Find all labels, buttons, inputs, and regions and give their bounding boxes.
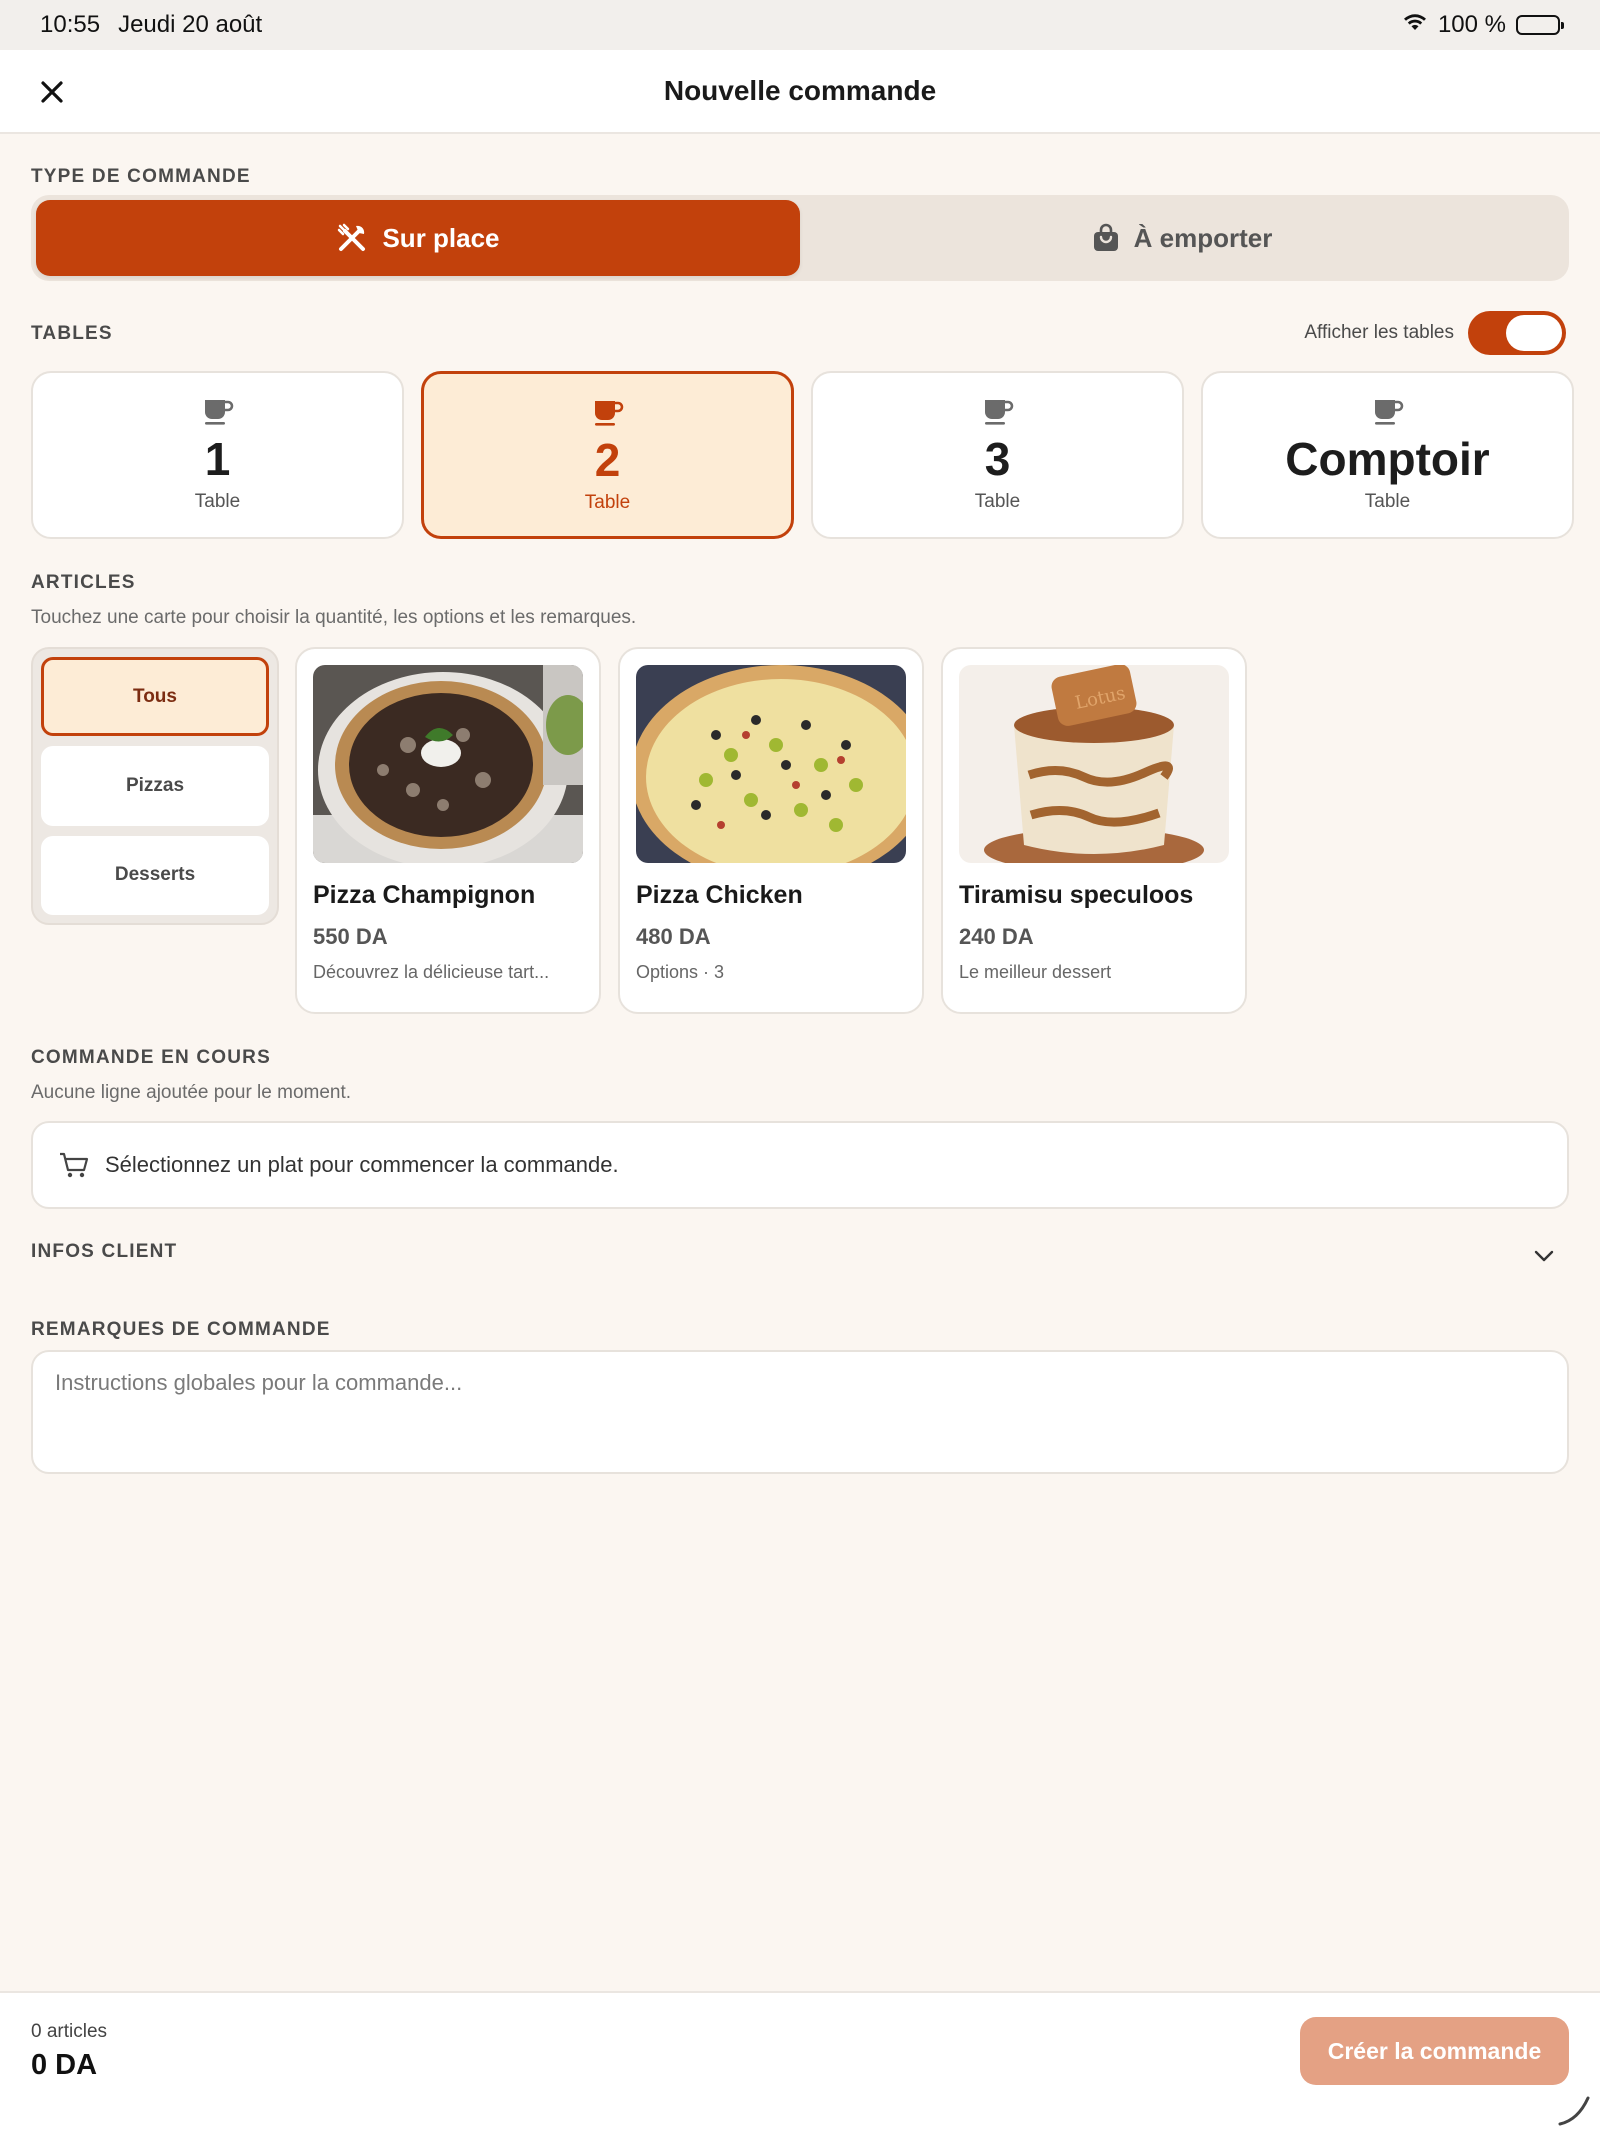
client-info-label[interactable]: INFOS CLIENT	[31, 1241, 177, 1263]
product-card-pizza-chicken[interactable]: Pizza Chicken 480 DA Options · 3	[618, 647, 924, 1014]
table-number: 1	[204, 433, 231, 485]
status-time: 10:55	[40, 11, 101, 38]
product-price: 240 DA	[959, 924, 1034, 949]
product-card-tiramisu-speculoos[interactable]: Lotus Tiramisu speculoos 240 DA Le meill…	[941, 647, 1247, 1014]
status-indicators: 100 %	[1402, 11, 1564, 39]
nav-bar: Nouvelle commande	[0, 50, 1600, 134]
show-tables-row: Afficher les tables	[1304, 311, 1566, 355]
table-card-comptoir[interactable]: Comptoir Table	[1201, 371, 1574, 539]
current-order-label: COMMANDE EN COURS	[31, 1047, 271, 1068]
current-order-hint: Aucune ligne ajoutée pour le moment.	[31, 1082, 352, 1103]
product-image	[313, 665, 583, 863]
table-card-1[interactable]: 1 Table	[31, 371, 404, 539]
product-name: Pizza Chicken	[636, 881, 803, 909]
order-remarks-input[interactable]	[31, 1350, 1569, 1474]
create-order-button[interactable]: Créer la commande	[1300, 2017, 1569, 2085]
cup-icon	[984, 400, 1013, 425]
status-bar: 10:55 Jeudi 20 août 100 %	[0, 0, 1600, 50]
cup-icon	[1374, 400, 1403, 425]
articles-hint: Touchez une carte pour choisir la quanti…	[31, 607, 637, 628]
battery-percent: 100 %	[1437, 11, 1506, 38]
tables-label: TABLES	[31, 323, 113, 344]
remarks-label: REMARQUES DE COMMANDE	[31, 1319, 331, 1340]
table-type: Table	[974, 491, 1021, 512]
status-date: Jeudi 20 août	[118, 11, 263, 38]
order-total: 0 DA	[31, 2049, 98, 2081]
bottom-bar: 0 articles 0 DA Créer la commande	[0, 1991, 1600, 2134]
wifi-icon	[1402, 11, 1428, 39]
order-type-dine-in[interactable]: Sur place	[36, 200, 800, 276]
table-card-3[interactable]: 3 Table	[811, 371, 1184, 539]
order-type-dine-in-label: Sur place	[382, 222, 500, 253]
table-card-2[interactable]: 2 Table	[421, 371, 794, 539]
table-type: Table	[1364, 491, 1411, 512]
chevron-down-icon[interactable]	[1532, 1244, 1556, 1268]
table-list: 1 Table 2 Table 3 Table Comptoir Table	[31, 371, 1574, 539]
resize-handle-icon	[1558, 2096, 1590, 2126]
category-desserts[interactable]: Desserts	[41, 835, 269, 915]
table-number: Comptoir	[1285, 433, 1490, 485]
product-name: Tiramisu speculoos	[959, 881, 1194, 909]
table-number: 3	[984, 433, 1011, 485]
battery-icon	[1516, 15, 1564, 35]
order-type-label: TYPE DE COMMANDE	[31, 166, 251, 187]
order-type-takeaway[interactable]: À emporter	[800, 200, 1564, 276]
product-card-pizza-champignon[interactable]: Pizza Champignon 550 DA Découvrez la dél…	[295, 647, 601, 1014]
product-list: Pizza Champignon 550 DA Découvrez la dél…	[295, 647, 1247, 1014]
cart-empty-message: Sélectionnez un plat pour commencer la c…	[105, 1152, 619, 1177]
table-type: Table	[194, 491, 241, 512]
product-description: Options · 3	[636, 962, 725, 982]
show-tables-toggle[interactable]	[1468, 311, 1566, 355]
cup-icon	[204, 400, 233, 425]
item-count: 0 articles	[31, 2021, 108, 2042]
order-type-takeaway-label: À emporter	[1133, 222, 1273, 253]
shopping-bag-icon	[1093, 223, 1118, 251]
cart-empty-state: Sélectionnez un plat pour commencer la c…	[31, 1121, 1569, 1209]
close-icon	[41, 81, 63, 103]
utensils-icon	[338, 223, 366, 251]
articles-label: ARTICLES	[31, 572, 136, 593]
product-name: Pizza Champignon	[313, 881, 536, 909]
product-description: Le meilleur dessert	[959, 962, 1112, 982]
table-type: Table	[584, 492, 631, 513]
cart-icon	[60, 1152, 89, 1178]
show-tables-label: Afficher les tables	[1304, 322, 1454, 343]
close-button[interactable]	[34, 74, 70, 110]
category-pizzas[interactable]: Pizzas	[41, 746, 269, 826]
product-image: Lotus	[959, 665, 1229, 863]
product-price: 550 DA	[313, 924, 388, 949]
product-image	[636, 665, 906, 863]
product-price: 480 DA	[636, 924, 711, 949]
order-type-segment: Sur place À emporter	[31, 195, 1569, 281]
table-number: 2	[594, 434, 621, 486]
cup-icon	[594, 401, 623, 426]
page-title: Nouvelle commande	[663, 75, 937, 106]
category-tous[interactable]: Tous	[41, 657, 269, 737]
product-description: Découvrez la délicieuse tart...	[313, 962, 550, 982]
category-list: Tous Pizzas Desserts	[31, 647, 279, 925]
